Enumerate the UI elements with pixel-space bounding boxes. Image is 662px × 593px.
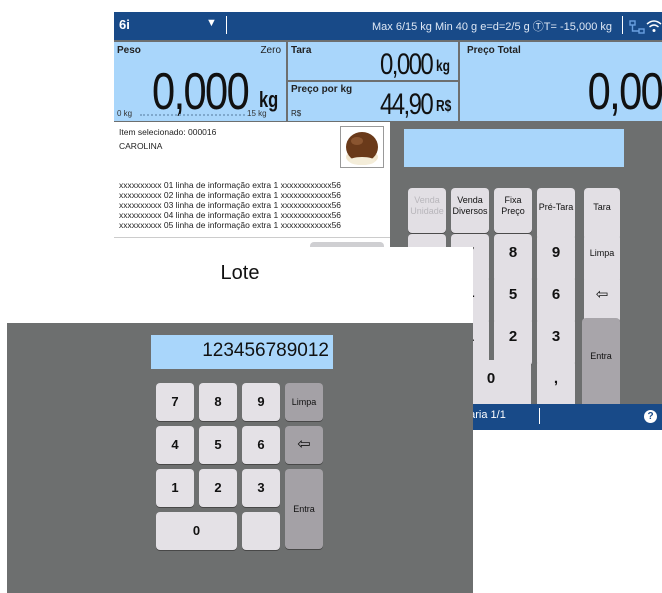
total-label: Preço Total <box>467 45 521 56</box>
bg-key-9[interactable]: 9 <box>537 234 575 282</box>
scale-info-text: Max 6/15 kg Min 40 g e=d=2/5 g ⓉT= -15,0… <box>371 21 612 33</box>
key-6[interactable]: 6 <box>242 426 280 464</box>
bg-key-3[interactable]: 3 <box>537 318 575 366</box>
unit-price-currency: R$ <box>436 98 452 115</box>
bg-backspace-icon[interactable]: ⇦ <box>584 276 620 323</box>
bg-key-5[interactable]: 5 <box>494 276 532 324</box>
info-line-4: xxxxxxxxxx 04 linha de informação extra … <box>119 210 342 220</box>
info-line-5: xxxxxxxxxx 05 linha de informação extra … <box>119 220 342 230</box>
divider <box>114 237 390 238</box>
backspace-icon[interactable]: ⇦ <box>285 426 323 464</box>
key-0[interactable]: 0 <box>156 512 237 550</box>
wifi-icon <box>646 18 662 34</box>
zero-indicator: Zero <box>260 45 281 56</box>
venda-diversos-button[interactable]: Venda Diversos <box>451 188 489 233</box>
code-display <box>404 129 624 167</box>
help-icon[interactable]: ? <box>644 410 657 423</box>
currency-small-label: R$ <box>291 109 302 118</box>
key-9[interactable]: 9 <box>242 383 280 421</box>
lote-modal: Lote 123456789012 7 8 9 Limpa 4 5 6 ⇦ 1 … <box>7 247 473 593</box>
venda-unidade-button[interactable]: Venda Unidade <box>408 188 446 233</box>
item-info-panel: Item selecionado: 000016 CAROLINA xxxxxx… <box>114 122 390 254</box>
weight-value: 0,000 <box>151 63 250 121</box>
weight-panel: Peso Zero 0,000 kg 0 kg 15 kg <box>114 42 286 121</box>
tara-button[interactable]: Tara <box>584 188 620 240</box>
key-7[interactable]: 7 <box>156 383 194 421</box>
divider <box>539 408 540 424</box>
weight-label: Peso <box>117 45 141 56</box>
scale-max-label: 15 kg <box>247 109 267 118</box>
key-blank[interactable] <box>242 512 280 550</box>
total-panel: Preço Total 0,00 <box>460 42 662 121</box>
key-4[interactable]: 4 <box>156 426 194 464</box>
key-3[interactable]: 3 <box>242 469 280 507</box>
total-value: 0,00 <box>587 63 662 121</box>
unit-price-panel: Preço por kg R$ 44,90 R$ <box>288 82 458 121</box>
limpa-button[interactable]: Limpa <box>285 383 323 421</box>
tare-panel: Tara 0,000 kg <box>288 42 458 81</box>
entra-button[interactable]: Entra <box>285 469 323 549</box>
key-2[interactable]: 2 <box>199 469 237 507</box>
selected-item-text: Item selecionado: 000016 <box>119 127 217 137</box>
pre-tara-button[interactable]: Pré-Tara <box>537 188 575 240</box>
info-line-2: xxxxxxxxxx 02 linha de informação extra … <box>119 190 342 200</box>
product-image <box>340 126 384 168</box>
lote-input-display[interactable]: 123456789012 <box>151 335 333 369</box>
lote-value: 123456789012 <box>202 340 329 361</box>
unit-price-value: 44,90 <box>379 88 434 121</box>
unit-price-label: Preço por kg <box>291 84 353 95</box>
bg-key-2[interactable]: 2 <box>494 318 532 366</box>
chevron-down-icon[interactable]: ▼ <box>206 17 217 29</box>
divider <box>622 16 623 34</box>
tare-label: Tara <box>291 45 312 56</box>
bg-key-8[interactable]: 8 <box>494 234 532 282</box>
tare-value: 0,000 <box>379 48 434 81</box>
modal-header: Lote <box>7 247 473 323</box>
network-icon <box>629 19 645 34</box>
info-line-3: xxxxxxxxxx 03 linha de informação extra … <box>119 200 342 210</box>
divider <box>226 16 227 34</box>
bg-key-comma[interactable]: , <box>537 360 575 408</box>
bg-key-6[interactable]: 6 <box>537 276 575 324</box>
key-5[interactable]: 5 <box>199 426 237 464</box>
scale-min-label: 0 kg <box>117 109 133 118</box>
fixa-preco-button[interactable]: Fixa Preço <box>494 188 532 233</box>
top-bar: 6i ▼ Max 6/15 kg Min 40 g e=d=2/5 g ⓉT= … <box>114 12 662 40</box>
key-8[interactable]: 8 <box>199 383 237 421</box>
item-name: CAROLINA <box>119 141 163 151</box>
tab-label: 6i <box>119 17 130 32</box>
info-line-1: xxxxxxxxxx 01 linha de informação extra … <box>119 180 342 190</box>
scale-bar <box>140 114 245 116</box>
tare-unit: kg <box>436 58 451 75</box>
key-1[interactable]: 1 <box>156 469 194 507</box>
modal-title: Lote <box>220 262 260 284</box>
